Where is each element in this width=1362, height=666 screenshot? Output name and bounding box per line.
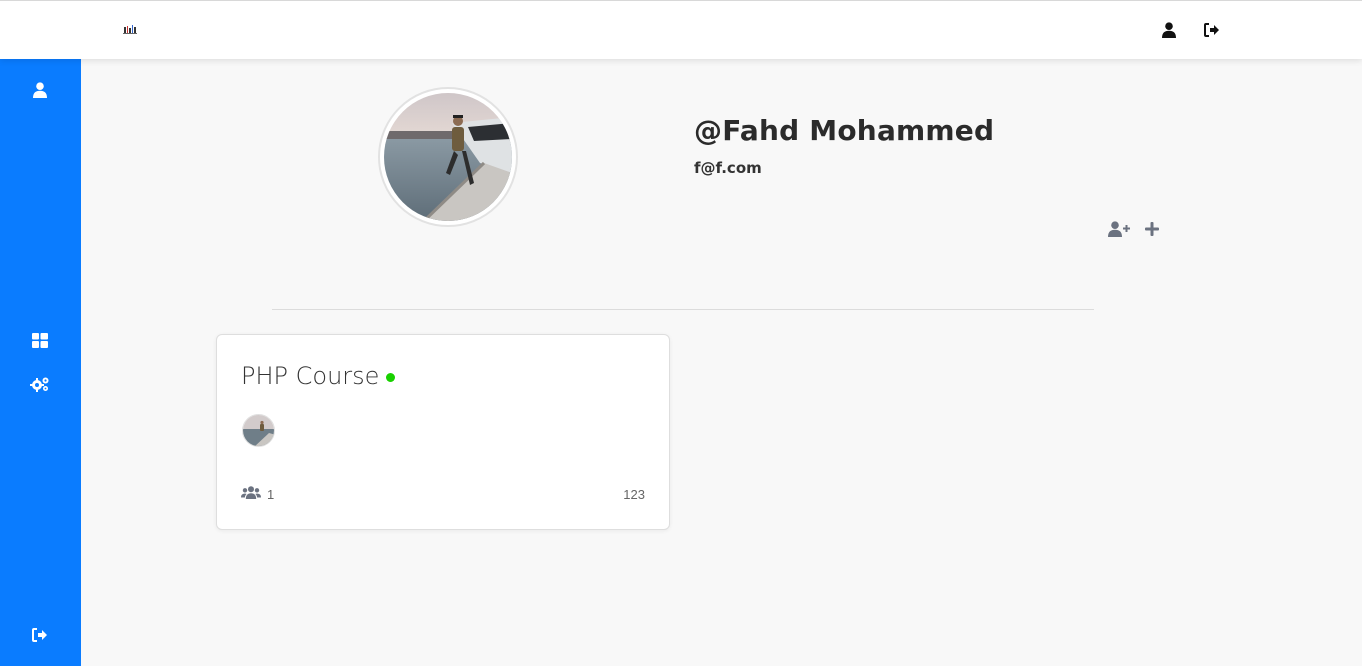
course-code: 123 — [623, 487, 645, 502]
users-icon — [241, 486, 261, 502]
sidebar-user-icon[interactable] — [30, 80, 50, 100]
profile-email: f@f.com — [694, 159, 762, 177]
profile-photo — [384, 93, 512, 221]
status-online-indicator — [386, 373, 395, 382]
course-card[interactable]: PHP Course 1 123 — [216, 334, 670, 530]
member-avatar[interactable] — [242, 414, 275, 447]
logo-icon[interactable] — [122, 23, 138, 37]
top-navbar — [0, 0, 1362, 59]
sign-out-icon[interactable] — [1202, 20, 1222, 40]
plus-icon[interactable] — [1144, 219, 1160, 239]
cogs-icon[interactable] — [30, 374, 50, 394]
course-title[interactable]: PHP Course — [241, 362, 379, 390]
profile-avatar[interactable] — [378, 87, 518, 227]
user-icon[interactable] — [1159, 20, 1179, 40]
add-user-icon[interactable] — [1108, 219, 1130, 239]
main-content: @Fahd Mohammed f@f.com PHP Course 1 123 — [81, 59, 1362, 666]
sidebar-sign-out-icon[interactable] — [30, 625, 50, 645]
section-divider — [272, 309, 1094, 310]
member-count-value: 1 — [267, 486, 275, 502]
profile-username: @Fahd Mohammed — [694, 114, 995, 147]
member-count: 1 — [241, 486, 274, 502]
grid-icon[interactable] — [30, 330, 50, 350]
sidebar — [0, 59, 81, 666]
